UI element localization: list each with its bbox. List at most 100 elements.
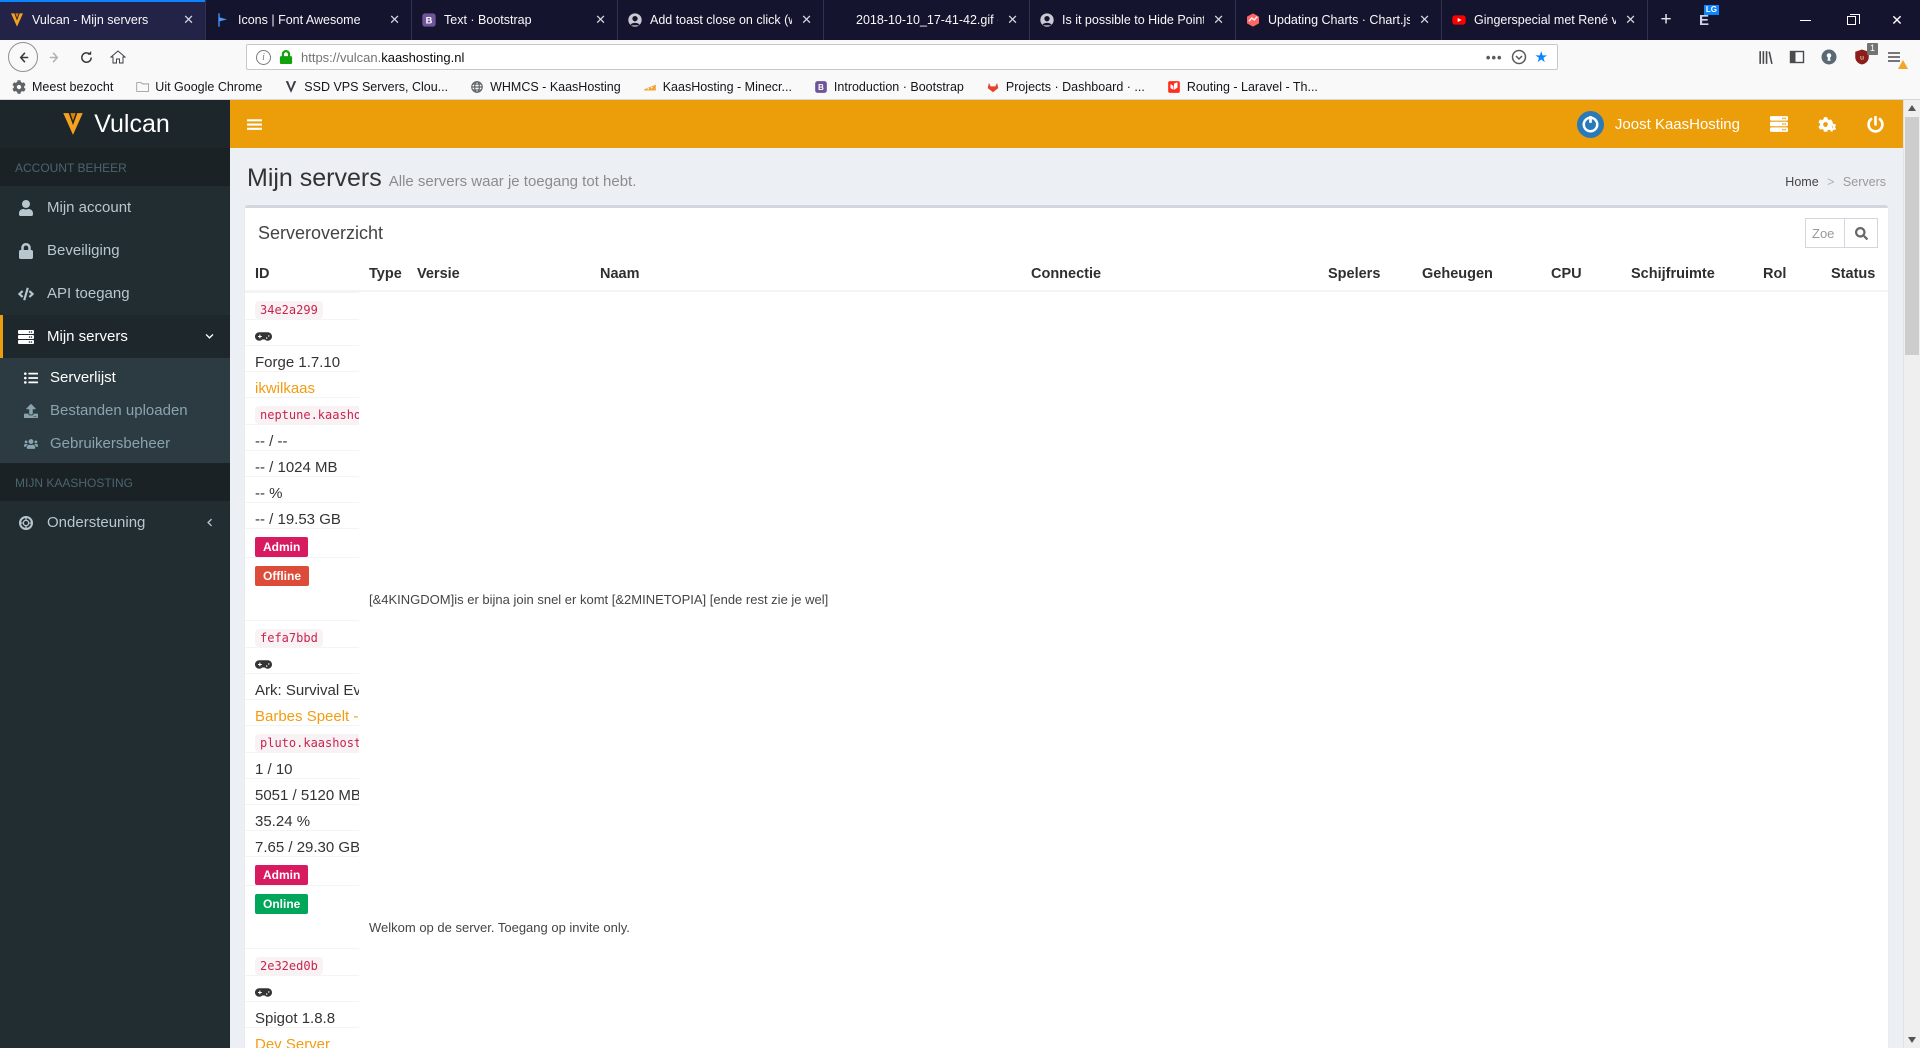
gear-icon [12, 79, 26, 94]
new-tab-button[interactable]: + [1648, 0, 1684, 40]
home-button[interactable] [102, 43, 134, 71]
page-info-icon[interactable]: i [256, 49, 271, 65]
minimize-button[interactable] [1782, 0, 1828, 40]
code-icon [15, 286, 36, 302]
sidebar-item-api-toegang[interactable]: API toegang [0, 272, 230, 315]
pocket-icon[interactable] [1511, 49, 1527, 65]
server-table: ID Type Versie Naam Connectie Spelers Geheugen… [245, 258, 1888, 1048]
status-badge: Online [255, 894, 309, 914]
logout-power-icon[interactable] [1867, 115, 1884, 133]
tab-title: Updating Charts · Chart.js do [1268, 13, 1411, 27]
server-id: 2e32ed0b [255, 957, 323, 975]
bookmark-item[interactable]: Uit Google Chrome [135, 80, 262, 94]
column-header-versie: Versie [407, 258, 590, 292]
server-description-row: [&4KINGDOM]is er bijna join snel er komt… [245, 586, 1888, 620]
restore-button[interactable] [1828, 0, 1874, 40]
tab-title: 2018-10-10_17-41-42.gif (GIF Ima [856, 13, 998, 27]
sidebar-item-mijn-account[interactable]: Mijn account [0, 186, 230, 229]
back-button[interactable] [8, 42, 38, 72]
tab-close-icon[interactable]: ✕ [799, 12, 814, 28]
bookmark-item[interactable]: Meest bezocht [12, 80, 113, 94]
servers-nav-icon[interactable] [1770, 115, 1788, 133]
sidebar-item-ondersteuning[interactable]: Ondersteuning [0, 501, 230, 544]
sidebar-item-label: Mijn account [47, 199, 132, 216]
app-logo[interactable]: Vulcan [0, 100, 230, 148]
extension-icon[interactable]: E LG [1684, 0, 1724, 40]
sidebar-subitem-bestanden-uploaden[interactable]: Bestanden uploaden [0, 394, 230, 427]
browser-tab[interactable]: Is it possible to Hide Points o ✕ [1030, 0, 1236, 40]
bookmark-item[interactable]: Projects · Dashboard · ... [986, 80, 1145, 94]
table-body: 34e2a299 Forge 1.7.10 ikwilkaas neptune.kaa… [245, 291, 1888, 1048]
server-row: fefa7bbd Ark: Survival Evolved Barbes Spee… [245, 620, 359, 914]
server-address: neptune.kaashosting.nl:34111 [255, 406, 359, 424]
sidebar-subitem-gebruikersbeheer[interactable]: Gebruikersbeheer [0, 427, 230, 460]
server-players: -- / -- [245, 424, 359, 450]
tab-strip: Vulcan - Mijn servers ✕ Icons | Font Aweso… [0, 0, 1648, 40]
github-favicon-icon [627, 12, 643, 28]
browser-tab[interactable]: Icons | Font Awesome ✕ [206, 0, 412, 40]
list-icon [21, 371, 40, 385]
user-menu[interactable]: Joost KaasHosting [1576, 110, 1740, 138]
search-input[interactable] [1805, 218, 1844, 248]
sidebar-subitem-serverlijst[interactable]: Serverlijst [0, 361, 230, 394]
forward-button[interactable] [38, 43, 70, 71]
scrollbar-thumb[interactable] [1905, 117, 1919, 355]
sidebar-item-mijn-servers[interactable]: Mijn servers [0, 315, 230, 358]
sidebar-toggle-icon[interactable] [1789, 49, 1805, 65]
tab-close-icon[interactable]: ✕ [181, 12, 196, 28]
bookmark-star-icon[interactable]: ★ [1535, 48, 1548, 66]
breadcrumb-home-link[interactable]: Home [1785, 175, 1818, 189]
search-button[interactable] [1844, 218, 1878, 248]
url-bar[interactable]: i https://vulcan.kaashosting.nl ••• ★ [246, 44, 1558, 70]
page-actions-icon[interactable]: ••• [1486, 50, 1503, 65]
bookmark-item[interactable]: KaasHosting - Minecr... [643, 80, 792, 94]
server-icon [15, 329, 36, 345]
tab-close-icon[interactable]: ✕ [387, 12, 402, 28]
toolbar-icons: u 1 [1757, 43, 1912, 69]
browser-tab[interactable]: 2018-10-10_17-41-42.gif (GIF Ima ✕ [824, 0, 1030, 40]
sidebar-item-beveiliging[interactable]: Beveiliging [0, 229, 230, 272]
bookmark-item[interactable]: WHMCS - KaasHosting [470, 80, 621, 94]
browser-tab[interactable]: Updating Charts · Chart.js do ✕ [1236, 0, 1442, 40]
browser-tab[interactable]: Add toast close on click (wit ✕ [618, 0, 824, 40]
sidebar-collapse-icon[interactable] [230, 100, 278, 148]
sidebar-submenu: Serverlijst Bestanden uploaden Gebruikersb… [0, 358, 230, 463]
settings-cogs-icon[interactable] [1818, 115, 1837, 134]
bookmark-item[interactable]: Routing - Laravel - Th... [1167, 80, 1318, 94]
bookmark-item[interactable]: B Introduction · Bootstrap [814, 80, 964, 94]
lock-icon[interactable] [279, 50, 293, 64]
reload-button[interactable] [70, 43, 102, 71]
server-name-link[interactable]: Dev Server [255, 1036, 330, 1048]
bookmark-item[interactable]: SSD VPS Servers, Clou... [284, 80, 448, 94]
page-scrollbar[interactable] [1903, 100, 1920, 1048]
tab-title: Gingerspecial met René van [1474, 13, 1617, 27]
column-header-geheugen: Geheugen [1412, 258, 1541, 292]
tab-close-icon[interactable]: ✕ [1623, 12, 1638, 28]
vulcan-favicon-icon [9, 12, 25, 28]
server-name-link[interactable]: ikwilkaas [255, 380, 315, 397]
server-cpu: -- % [245, 476, 359, 502]
ublock-shield-icon[interactable]: u 1 [1853, 43, 1878, 66]
browser-tab[interactable]: Vulcan - Mijn servers ✕ [0, 0, 206, 40]
server-address: pluto.kaashosting.nl:45021 [255, 734, 359, 752]
update-warning-icon [1898, 60, 1908, 69]
scroll-down-arrow[interactable] [1904, 1032, 1920, 1048]
bootstrap-favicon-icon: B [421, 12, 437, 28]
content-area: Mijn servers Alle servers waar je toegang… [230, 148, 1920, 1048]
browser-tab[interactable]: B Text · Bootstrap ✕ [412, 0, 618, 40]
server-name-link[interactable]: Barbes Speelt - Scorched Earth (6x XP en… [255, 708, 359, 725]
tab-title: Is it possible to Hide Points o [1062, 13, 1204, 27]
close-window-button[interactable]: ✕ [1874, 0, 1920, 40]
onepassword-icon[interactable] [1820, 48, 1838, 66]
tab-close-icon[interactable]: ✕ [1211, 12, 1226, 28]
tab-close-icon[interactable]: ✕ [593, 12, 608, 28]
youtube-favicon-icon [1451, 12, 1467, 28]
tab-close-icon[interactable]: ✕ [1005, 12, 1020, 28]
gamepad-icon [255, 984, 349, 1001]
library-icon[interactable] [1757, 49, 1774, 66]
menu-hamburger-icon[interactable] [1886, 49, 1908, 69]
browser-tab[interactable]: Gingerspecial met René van ✕ [1442, 0, 1648, 40]
scroll-up-arrow[interactable] [1904, 100, 1920, 116]
tab-close-icon[interactable]: ✕ [1417, 12, 1432, 28]
tab-title: Vulcan - Mijn servers [32, 13, 149, 27]
